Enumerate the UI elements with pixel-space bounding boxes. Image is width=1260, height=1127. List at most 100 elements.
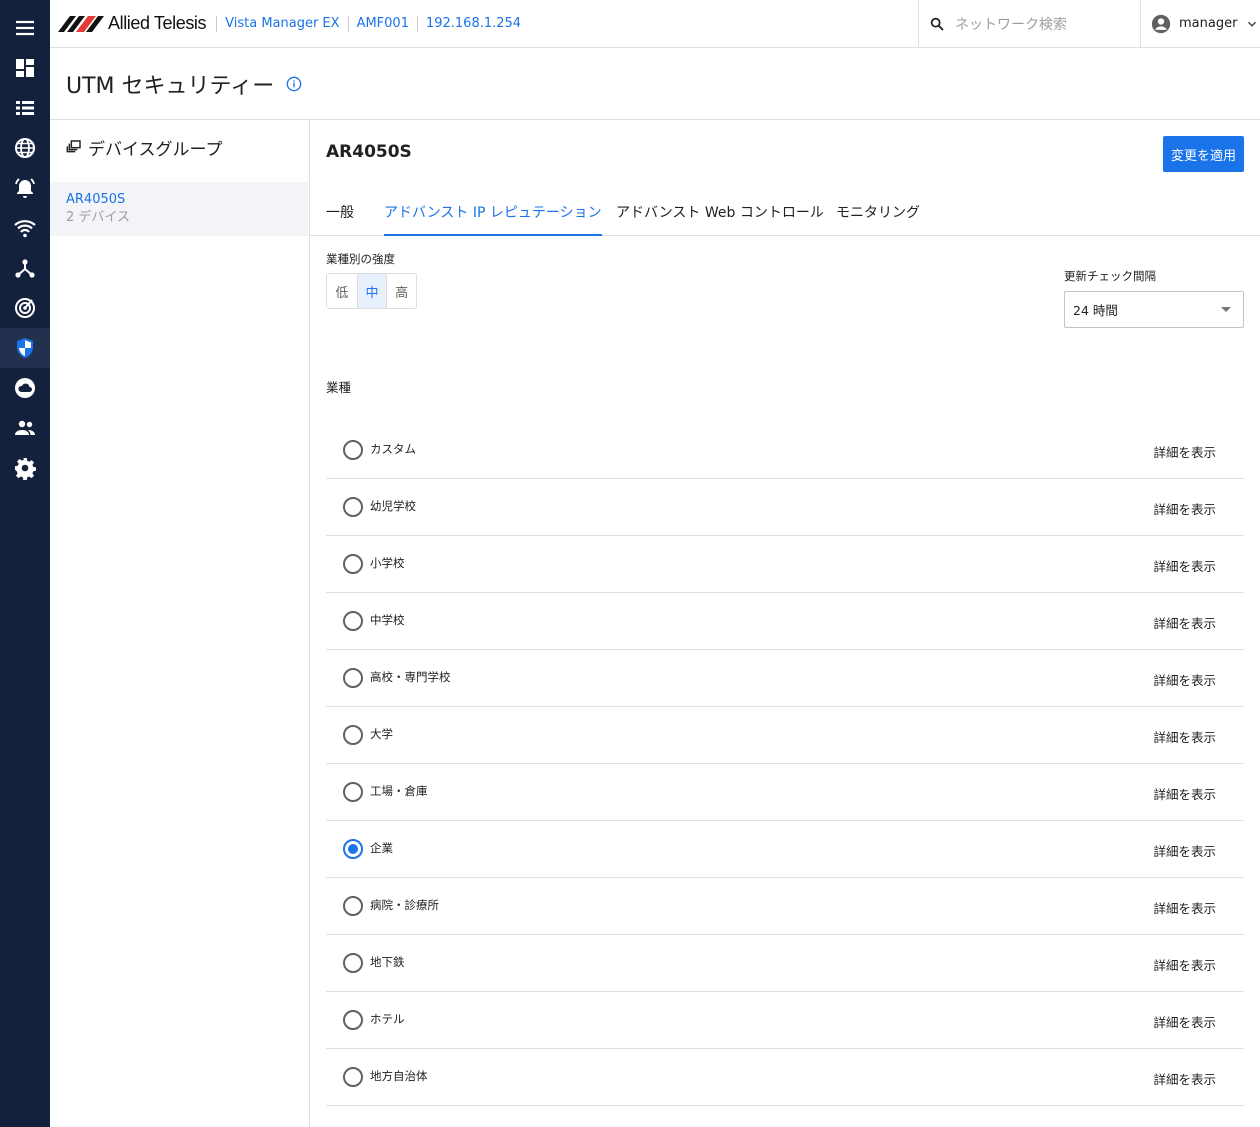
industry-radio[interactable] [343, 1067, 363, 1087]
industry-label: 業種 [326, 380, 352, 395]
brand-name: Allied Telesis [108, 13, 207, 33]
show-details-link[interactable]: 詳細を表示 [1153, 442, 1216, 461]
show-details-link[interactable]: 詳細を表示 [1153, 955, 1216, 974]
show-details-link[interactable]: 詳細を表示 [1153, 499, 1216, 518]
show-details-link[interactable]: 詳細を表示 [1153, 613, 1216, 632]
strength-selector: 低 中 高 [326, 273, 417, 309]
topology-icon[interactable] [0, 248, 50, 288]
industry-option-label: 工場・倉庫 [370, 784, 428, 798]
industry-radio[interactable] [343, 611, 363, 631]
users-icon[interactable] [0, 408, 50, 448]
industry-row[interactable]: ホテル 詳細を表示 [326, 992, 1244, 1049]
industry-option-label: カスタム [370, 442, 416, 456]
tab-general[interactable]: 一般 [326, 202, 354, 236]
device-group-panel: デバイスグループ AR4050S 2 デバイス [50, 120, 310, 1127]
show-details-link[interactable]: 詳細を表示 [1153, 1069, 1216, 1088]
show-details-link[interactable]: 詳細を表示 [1153, 556, 1216, 575]
device-group-header: デバイスグループ [50, 120, 309, 172]
industry-radio[interactable] [343, 782, 363, 802]
account-icon [1151, 14, 1171, 33]
industry-row[interactable]: カスタム 詳細を表示 [326, 422, 1244, 479]
dropdown-arrow-icon [1221, 307, 1231, 312]
tab-web-control[interactable]: アドバンスト Web コントロール [616, 202, 824, 236]
user-menu[interactable]: manager [1140, 0, 1260, 47]
strength-high[interactable]: 高 [386, 274, 416, 308]
dashboard-icon[interactable] [0, 48, 50, 88]
industry-option-label: 病院・診療所 [370, 898, 439, 912]
top-bar: Allied Telesis Vista Manager EX AMF001 1… [50, 0, 1260, 48]
industry-row[interactable]: 高校・専門学校 詳細を表示 [326, 650, 1244, 707]
industry-radio[interactable] [343, 554, 363, 574]
show-details-link[interactable]: 詳細を表示 [1153, 727, 1216, 746]
alarm-icon[interactable] [0, 168, 50, 208]
breadcrumb-app[interactable]: Vista Manager EX [216, 15, 347, 32]
industry-option-label: 地方自治体 [370, 1069, 428, 1083]
brand-logo[interactable]: Allied Telesis [58, 0, 207, 48]
radar-icon[interactable] [0, 288, 50, 328]
cloud-icon[interactable] [0, 368, 50, 408]
interval-label: 更新チェック間隔 [1064, 269, 1156, 283]
show-details-link[interactable]: 詳細を表示 [1153, 670, 1216, 689]
industry-option-label: 地下鉄 [370, 955, 405, 969]
industry-row[interactable]: 地方自治体 詳細を表示 [326, 1049, 1244, 1106]
industry-radio[interactable] [343, 668, 363, 688]
user-name: manager [1179, 16, 1238, 31]
industry-option-label: 大学 [370, 727, 393, 741]
industry-option-label: 企業 [370, 841, 393, 855]
show-details-link[interactable]: 詳細を表示 [1153, 784, 1216, 803]
device-group-title: デバイスグループ [88, 139, 223, 160]
show-details-link[interactable]: 詳細を表示 [1153, 1012, 1216, 1031]
menu-icon[interactable] [0, 8, 50, 48]
industry-radio[interactable] [343, 440, 363, 460]
network-search[interactable]: ネットワーク検索 [918, 0, 1140, 47]
device-group-item[interactable]: AR4050S 2 デバイス [50, 182, 308, 236]
industry-radio[interactable] [343, 497, 363, 517]
page-title: UTM セキュリティー [66, 73, 275, 99]
industry-row[interactable]: 小学校 詳細を表示 [326, 536, 1244, 593]
tab-monitoring[interactable]: モニタリング [836, 202, 920, 236]
industry-row[interactable]: 工場・倉庫 詳細を表示 [326, 764, 1244, 821]
strength-label: 業種別の強度 [326, 252, 395, 266]
industry-option-label: 中学校 [370, 613, 405, 627]
industry-radio[interactable] [343, 725, 363, 745]
show-details-link[interactable]: 詳細を表示 [1153, 898, 1216, 917]
show-details-link[interactable]: 詳細を表示 [1153, 841, 1216, 860]
industry-row[interactable]: 企業 詳細を表示 [326, 821, 1244, 878]
strength-low[interactable]: 低 [327, 274, 357, 308]
nav-rail [0, 0, 50, 1127]
search-icon [930, 17, 944, 31]
apply-changes-button[interactable]: 変更を適用 [1163, 136, 1244, 172]
breadcrumb-address[interactable]: 192.168.1.254 [416, 15, 529, 32]
tab-bar: 一般 アドバンスト IP レピュテーション アドバンスト Web コントロール … [310, 190, 1260, 236]
industry-radio[interactable] [343, 839, 363, 859]
industry-radio[interactable] [343, 1010, 363, 1030]
industry-list: カスタム 詳細を表示 幼児学校 詳細を表示 小学校 詳細を表示 中学校 詳細を表示 高校・専門学… [326, 422, 1244, 1106]
allied-telesis-logo-icon [58, 15, 104, 32]
tab-ip-reputation[interactable]: アドバンスト IP レピュテーション [384, 202, 602, 236]
list-icon[interactable] [0, 88, 50, 128]
info-icon[interactable] [286, 76, 302, 92]
wifi-icon[interactable] [0, 208, 50, 248]
main-content: AR4050S 変更を適用 一般 アドバンスト IP レピュテーション アドバン… [310, 120, 1260, 1127]
globe-icon[interactable] [0, 128, 50, 168]
device-group-icon [66, 140, 81, 153]
interval-select[interactable]: 24 時間 [1064, 291, 1244, 328]
industry-row[interactable]: 地下鉄 詳細を表示 [326, 935, 1244, 992]
breadcrumb-network[interactable]: AMF001 [347, 15, 417, 32]
strength-medium[interactable]: 中 [356, 274, 387, 308]
search-input[interactable]: ネットワーク検索 [955, 14, 1067, 34]
shield-icon[interactable] [0, 328, 50, 368]
industry-option-label: 高校・専門学校 [370, 670, 451, 684]
chevron-down-icon [1248, 21, 1257, 27]
industry-option-label: 幼児学校 [370, 499, 416, 513]
industry-row[interactable]: 大学 詳細を表示 [326, 707, 1244, 764]
industry-radio[interactable] [343, 896, 363, 916]
industry-radio[interactable] [343, 953, 363, 973]
industry-row[interactable]: 幼児学校 詳細を表示 [326, 479, 1244, 536]
industry-option-label: 小学校 [370, 556, 405, 570]
settings-icon[interactable] [0, 448, 50, 488]
industry-row[interactable]: 病院・診療所 詳細を表示 [326, 878, 1244, 935]
industry-row[interactable]: 中学校 詳細を表示 [326, 593, 1244, 650]
device-group-count: 2 デバイス [66, 210, 131, 225]
industry-option-label: ホテル [370, 1012, 405, 1026]
